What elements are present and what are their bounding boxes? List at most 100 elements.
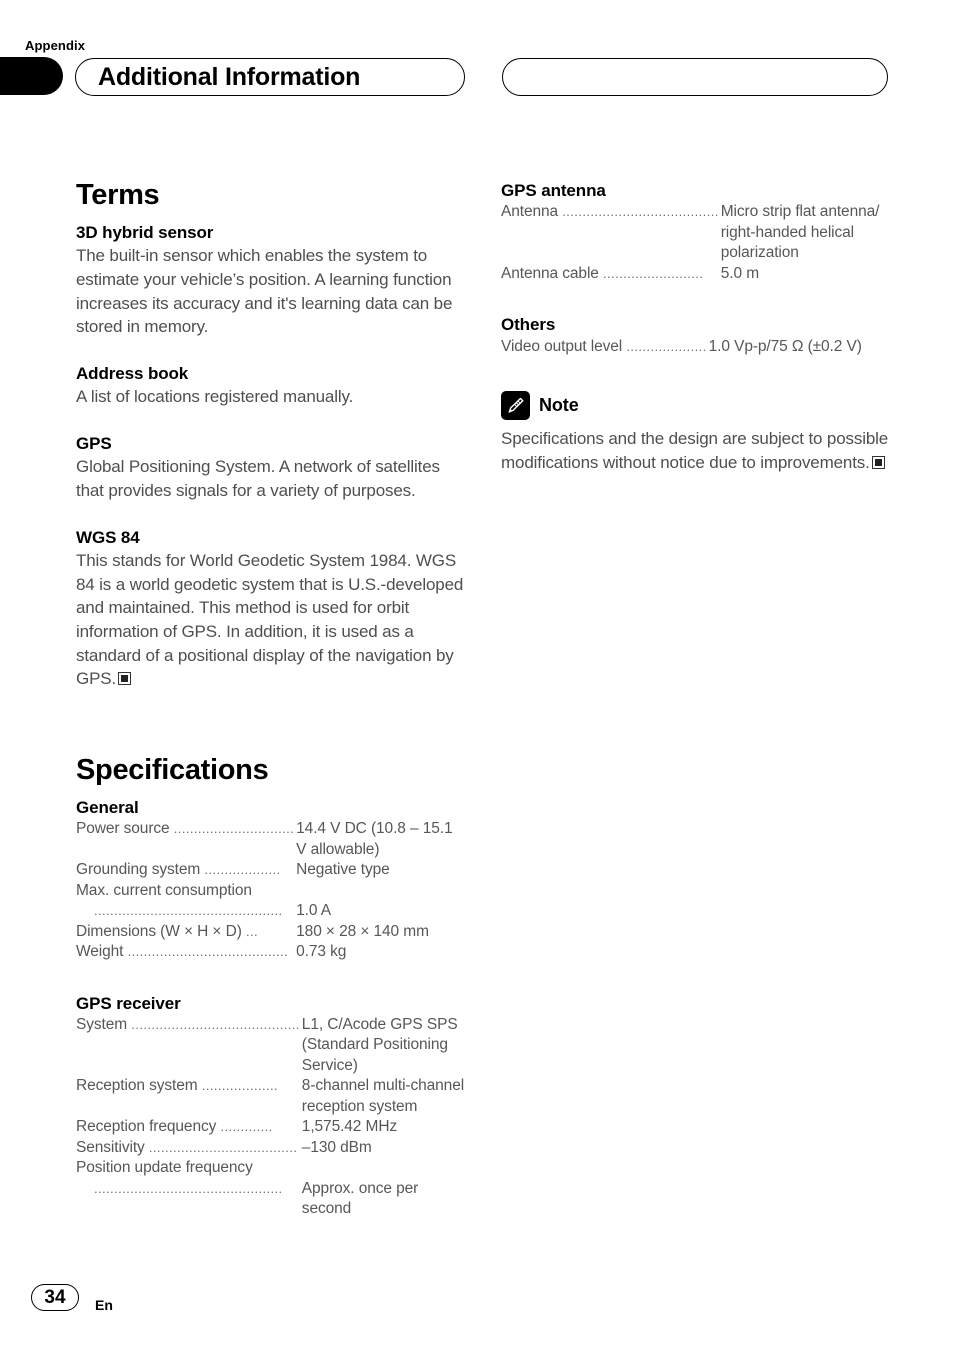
spec-row: ........................................…: [76, 1179, 466, 1220]
spec-group-others: Others Video output level ..............…: [501, 314, 891, 357]
spec-value: 0.73 kg: [296, 943, 347, 961]
end-of-section-icon: [118, 672, 132, 686]
left-column: Terms 3D hybrid sensor The built-in sens…: [76, 179, 466, 1242]
spec-value: 8-channel multi-channel reception system: [301, 1077, 465, 1115]
spec-label: Max. current consumption: [76, 881, 252, 899]
term-entry: 3D hybrid sensor The built-in sensor whi…: [76, 222, 466, 339]
spec-value: Negative type: [296, 861, 390, 879]
chapter-title-pill: Additional Information: [75, 58, 465, 96]
spec-label: Weight: [76, 943, 124, 961]
spec-row: Reception frequency ............. 1,575.…: [76, 1117, 466, 1138]
spec-row: Power source ...........................…: [76, 819, 466, 860]
spec-label: System: [76, 1015, 128, 1033]
note-body-text: Specifications and the design are subjec…: [501, 429, 889, 472]
spec-row: Position update frequency: [76, 1158, 466, 1179]
dot-leader: ........................................: [127, 944, 289, 960]
spec-row: Antenna cable ......................... …: [501, 264, 891, 285]
dot-leader: ........................................…: [131, 1016, 300, 1032]
right-column: GPS antenna Antenna ....................…: [501, 180, 891, 474]
spec-row: Max. current consumption: [76, 881, 466, 902]
dot-leader: ...................: [204, 862, 281, 878]
pencil-note-icon: [501, 391, 530, 420]
dot-leader: ...................: [201, 1078, 279, 1094]
spec-label-cell: Sensitivity ............................…: [76, 1138, 302, 1159]
spec-value: Approx. once per second: [301, 1179, 419, 1218]
spec-value: 1.0 A: [296, 902, 331, 920]
spec-table: Power source ...........................…: [76, 819, 466, 963]
spec-label-cell: Position update frequency: [76, 1158, 466, 1179]
spec-label: Sensitivity: [76, 1138, 145, 1156]
language-code: En: [95, 1297, 113, 1313]
page-title: Additional Information: [98, 62, 361, 91]
spec-row: ........................................…: [76, 901, 466, 922]
chapter-tab-marker: [0, 57, 63, 95]
spec-label: Reception frequency: [76, 1118, 217, 1136]
spec-label-cell: System .................................…: [76, 1015, 302, 1077]
spec-value: –130 dBm: [301, 1138, 372, 1156]
specifications-heading: Specifications: [76, 754, 269, 787]
dot-leader: ..............................: [173, 821, 295, 837]
term-entry: Address book A list of locations registe…: [76, 363, 466, 409]
spec-row: Antenna ................................…: [501, 202, 891, 264]
spec-group-gps-antenna: GPS antenna Antenna ....................…: [501, 180, 891, 284]
term-definition: A list of locations registered manually.: [76, 387, 354, 407]
dot-leader: .............: [220, 1119, 273, 1135]
dot-leader: .......................................: [562, 204, 719, 220]
dot-leader: .........................: [603, 265, 704, 281]
dot-leader: ...: [245, 923, 259, 939]
spec-group-title: General: [76, 797, 139, 817]
note-block: Note Specifications and the design are s…: [501, 391, 891, 474]
page-number: 34: [44, 1287, 66, 1308]
spec-label-cell: Video output level ....................: [501, 337, 709, 358]
spec-row: Dimensions (W × H × D) ... 180 × 28 × 14…: [76, 922, 466, 943]
spec-row: Reception system ................... 8-c…: [76, 1076, 466, 1117]
dot-leader: ........................................…: [94, 903, 283, 919]
term-title: WGS 84: [76, 527, 140, 547]
note-body: Specifications and the design are subjec…: [501, 427, 891, 474]
end-of-section-icon: [871, 455, 885, 469]
spec-value: 5.0 m: [720, 264, 759, 282]
spec-row: Sensitivity ............................…: [76, 1138, 466, 1159]
note-label: Note: [539, 395, 579, 415]
spec-label-cell: Reception system ...................: [76, 1076, 302, 1117]
spec-value: 1,575.42 MHz: [301, 1118, 398, 1136]
term-definition: Global Positioning System. A network of …: [76, 457, 440, 500]
specifications-section: Specifications General Power source ....…: [76, 754, 466, 1220]
spec-label-cell: Power source ...........................…: [76, 819, 296, 860]
term-title: Address book: [76, 363, 189, 383]
term-title: GPS: [76, 433, 112, 453]
spec-label-cell: Grounding system ...................: [76, 860, 296, 881]
spec-label: Position update frequency: [76, 1159, 253, 1177]
spec-table: Video output level .................... …: [501, 337, 891, 358]
spec-value: L1, C/Acode GPS SPS (Standard Positionin…: [301, 1015, 458, 1074]
page-footer: 34 En: [0, 1272, 954, 1352]
spec-label-cell: Max. current consumption: [76, 881, 466, 902]
spec-table: System .................................…: [76, 1015, 466, 1220]
spec-label-cell: Reception frequency .............: [76, 1117, 302, 1138]
spec-label: Antenna cable: [501, 264, 599, 282]
spec-label-cell: Antenna ................................…: [501, 202, 721, 264]
spec-value: 180 × 28 × 140 mm: [296, 922, 429, 940]
spec-label: Reception system: [76, 1077, 198, 1095]
spec-row: Video output level .................... …: [501, 337, 891, 358]
spec-group-general: General Power source ...................…: [76, 797, 466, 963]
page-header: Appendix Additional Information: [0, 0, 954, 140]
dot-leader: ....................: [626, 338, 707, 354]
appendix-label: Appendix: [25, 38, 86, 53]
spec-group-gps-receiver: GPS receiver System ....................…: [76, 993, 466, 1220]
term-entry: GPS Global Positioning System. A network…: [76, 433, 466, 503]
spec-value: Micro strip flat antenna/ right-handed h…: [720, 203, 880, 262]
spec-leader-cell: ........................................…: [76, 901, 296, 922]
spec-value: 14.4 V DC (10.8 – 15.1 V allowable): [296, 820, 453, 858]
spec-label: Antenna: [501, 203, 559, 221]
spec-label-cell: Antenna cable .........................: [501, 264, 721, 285]
spec-label-cell: Dimensions (W × H × D) ...: [76, 922, 296, 943]
note-header: Note: [501, 391, 891, 420]
spec-label: Video output level: [501, 337, 623, 355]
spec-row: Weight .................................…: [76, 942, 466, 963]
spec-label: Grounding system: [76, 861, 201, 879]
term-definition: The built-in sensor which enables the sy…: [76, 246, 453, 337]
page-number-badge: 34: [31, 1284, 79, 1311]
term-definition-text: This stands for World Geodetic System 19…: [76, 550, 464, 689]
spec-label: Dimensions (W × H × D): [76, 922, 242, 940]
